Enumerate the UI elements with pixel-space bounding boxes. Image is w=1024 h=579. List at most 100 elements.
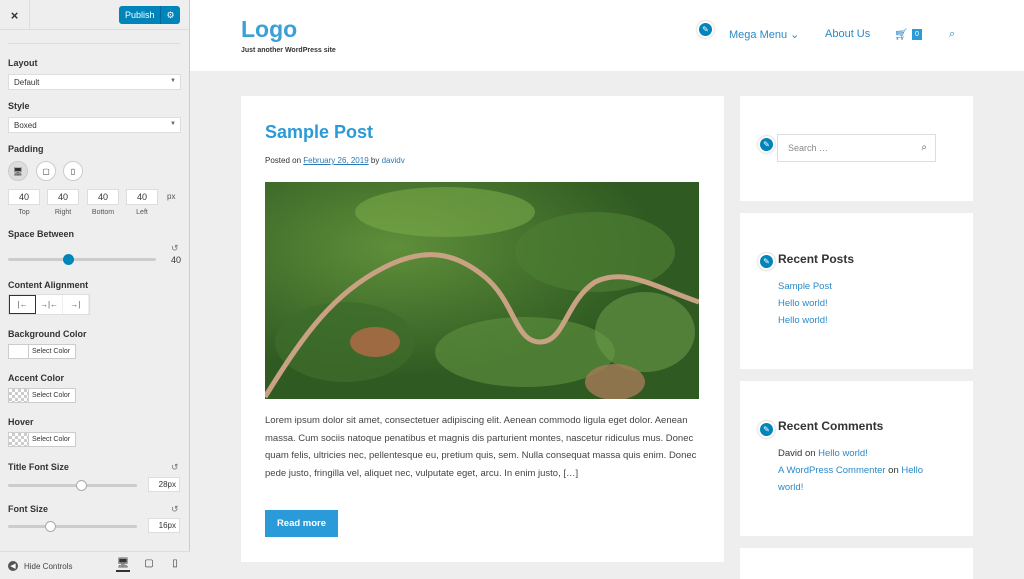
- search-input[interactable]: Search … ⌕: [777, 134, 936, 162]
- hover-color-button[interactable]: Select Color: [8, 432, 76, 447]
- comment-item: David on Hello world!: [778, 448, 868, 459]
- content-alignment-label: Content Alignment: [8, 280, 89, 290]
- title-font-size-input[interactable]: 28px: [148, 477, 180, 492]
- desktop-icon[interactable]: 🖥: [8, 161, 28, 181]
- background-color-label: Background Color: [8, 329, 87, 339]
- search-icon[interactable]: ⌕: [921, 142, 927, 153]
- widget-title: Recent Comments: [778, 419, 884, 433]
- hover-label: Hover: [8, 417, 34, 427]
- select-color-label: Select Color: [32, 348, 71, 355]
- site-header: Logo Just another WordPress site ✎ Mega …: [190, 0, 1024, 71]
- cart-icon: 🛒︎: [894, 29, 908, 41]
- mobile-icon[interactable]: ▯: [63, 161, 83, 181]
- mobile-preview-icon[interactable]: ▯: [168, 558, 182, 572]
- padding-side-label: Bottom: [91, 209, 115, 216]
- nav-item-mega-menu[interactable]: Mega Menu ⌄: [729, 28, 799, 41]
- edit-shortcut-icon[interactable]: ✎: [758, 421, 775, 438]
- padding-top-input[interactable]: 40: [8, 189, 40, 205]
- chevron-down-icon: ▼: [170, 121, 176, 127]
- select-color-label: Select Color: [32, 436, 71, 443]
- edit-shortcut-icon[interactable]: ✎: [758, 136, 775, 153]
- publish-button[interactable]: Publish ⚙: [119, 6, 180, 24]
- align-center-icon[interactable]: →|←: [36, 295, 63, 314]
- comment-author: David: [778, 448, 803, 459]
- color-swatch: [9, 433, 29, 446]
- accent-color-button[interactable]: Select Color: [8, 388, 76, 403]
- chevron-down-icon: ▼: [170, 78, 176, 84]
- recent-post-link[interactable]: Sample Post: [778, 281, 832, 292]
- space-slider-track[interactable]: [8, 258, 156, 261]
- style-label: Style: [8, 101, 30, 111]
- customizer-footer: ◀ Hide Controls 🖥 ▢ ▯: [0, 551, 190, 579]
- recent-post-link[interactable]: Hello world!: [778, 315, 828, 326]
- close-icon[interactable]: ×: [0, 0, 30, 30]
- padding-side-label: Top: [18, 209, 30, 216]
- style-value: Boxed: [14, 121, 37, 130]
- tablet-preview-icon[interactable]: ▢: [142, 558, 156, 572]
- desktop-preview-icon[interactable]: 🖥: [116, 558, 130, 572]
- widget-title: Recent Posts: [778, 252, 855, 266]
- accent-color-label: Accent Color: [8, 373, 65, 383]
- edit-shortcut-icon[interactable]: ✎: [697, 21, 714, 38]
- reset-icon[interactable]: ↺: [171, 243, 179, 254]
- align-left-icon[interactable]: |←: [9, 295, 37, 314]
- comment-on: on: [804, 448, 816, 459]
- search-widget: ✎ Search … ⌕: [740, 96, 973, 201]
- cart-button[interactable]: 🛒︎ 0: [894, 28, 922, 41]
- select-color-label: Select Color: [32, 392, 71, 399]
- layout-select[interactable]: Default ▼: [8, 74, 181, 90]
- post-author-link[interactable]: davidv: [382, 156, 405, 165]
- padding-unit[interactable]: px: [167, 192, 175, 201]
- post-excerpt: Lorem ipsum dolor sit amet, consectetuer…: [265, 415, 697, 479]
- font-size-slider-track[interactable]: [8, 525, 137, 528]
- title-font-slider-track[interactable]: [8, 484, 137, 487]
- divider: [8, 43, 180, 44]
- comment-post-link[interactable]: Hello: [901, 465, 923, 476]
- hide-controls-button[interactable]: ◀ Hide Controls: [8, 561, 72, 571]
- customizer-panel: × Publish ⚙ Layout Default ▼ Style Boxed ▼…: [0, 0, 190, 579]
- reset-icon[interactable]: ↺: [171, 504, 179, 515]
- background-color-button[interactable]: Select Color: [8, 344, 76, 359]
- search-placeholder: Search …: [788, 143, 829, 153]
- sidebar-widget: [740, 548, 973, 579]
- padding-right-input[interactable]: 40: [47, 189, 79, 205]
- reset-icon[interactable]: ↺: [171, 462, 179, 473]
- style-select[interactable]: Boxed ▼: [8, 117, 181, 133]
- post-date-link[interactable]: February 26, 2019: [303, 156, 368, 165]
- post-featured-image[interactable]: [265, 182, 699, 399]
- color-swatch: [9, 345, 29, 358]
- title-font-slider-handle[interactable]: [76, 480, 87, 491]
- comment-post-link-continued[interactable]: world!: [778, 482, 803, 493]
- collapse-icon: ◀: [8, 561, 18, 571]
- chevron-down-icon: ⌄: [790, 29, 800, 41]
- recent-posts-widget: ✎ Recent Posts Sample Post Hello world! …: [740, 213, 973, 369]
- comment-post-link[interactable]: Hello world!: [818, 448, 868, 459]
- padding-side-label: Right: [54, 209, 72, 216]
- comment-item: A WordPress Commenter on Hello: [778, 465, 923, 476]
- gear-icon[interactable]: ⚙: [160, 6, 180, 24]
- edit-shortcut-icon[interactable]: ✎: [758, 253, 775, 270]
- padding-left-input[interactable]: 40: [126, 189, 158, 205]
- recent-comments-widget: ✎ Recent Comments David on Hello world! …: [740, 381, 973, 536]
- post-card: Sample Post Posted on February 26, 2019 …: [241, 96, 724, 562]
- site-logo[interactable]: Logo: [241, 16, 297, 43]
- search-icon[interactable]: ⌕: [949, 28, 955, 41]
- title-font-size-label: Title Font Size: [8, 462, 69, 472]
- font-size-slider-handle[interactable]: [45, 521, 56, 532]
- layout-label: Layout: [8, 58, 38, 68]
- comment-author-link[interactable]: A WordPress Commenter: [778, 465, 886, 476]
- tablet-icon[interactable]: ▢: [36, 161, 56, 181]
- font-size-input[interactable]: 16px: [148, 518, 180, 533]
- nav-label: Mega Menu: [729, 29, 788, 41]
- color-swatch: [9, 389, 29, 402]
- align-right-icon[interactable]: →|: [63, 295, 89, 314]
- read-more-button[interactable]: Read more: [265, 510, 338, 537]
- space-slider-handle[interactable]: [63, 254, 74, 265]
- nav-item-about-us[interactable]: About Us: [825, 28, 870, 40]
- layout-value: Default: [14, 78, 40, 87]
- post-title[interactable]: Sample Post: [265, 122, 373, 143]
- recent-post-link[interactable]: Hello world!: [778, 298, 828, 309]
- padding-bottom-input[interactable]: 40: [87, 189, 119, 205]
- space-value: 40: [171, 255, 182, 265]
- publish-label[interactable]: Publish: [119, 10, 160, 20]
